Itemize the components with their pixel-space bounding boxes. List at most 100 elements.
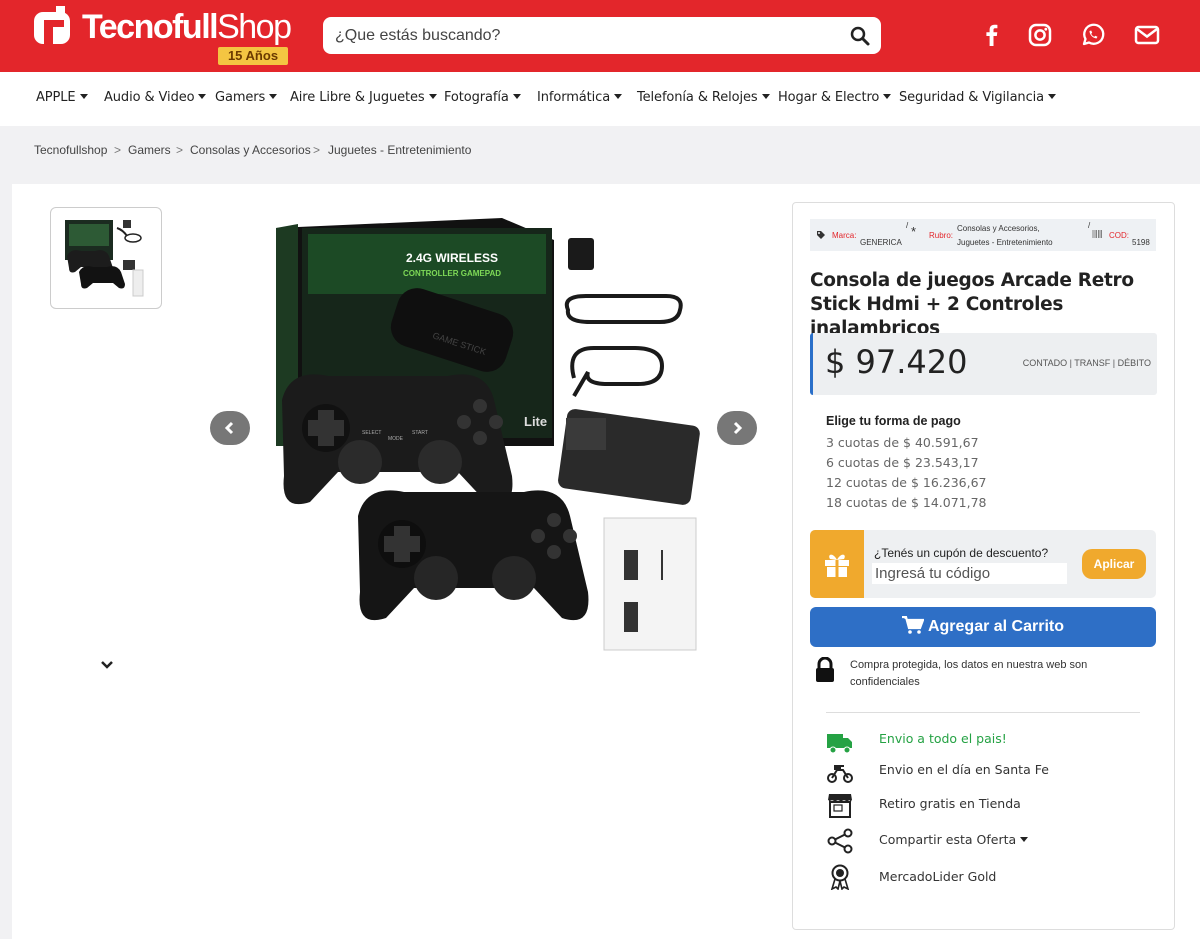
top-header: TecnofullShop 15 Años (0, 0, 1200, 72)
search-input[interactable] (335, 23, 835, 48)
category-value-1: Consolas y Accesorios, (957, 224, 1040, 233)
product-price: $ 97.420 (825, 343, 968, 381)
nav-item-fotografia[interactable]: Fotografía (444, 90, 521, 105)
feature-nationwide-shipping: Envio a todo el pais! (879, 731, 1007, 746)
nav-item-apple[interactable]: APPLE (36, 90, 88, 105)
breadcrumb-link[interactable]: Juguetes - Entretenimiento (328, 143, 471, 157)
nav-item-hogar[interactable]: Hogar & Electro (778, 90, 892, 105)
nav-item-label: Fotografía (444, 90, 509, 105)
mode-label: MODE (388, 436, 404, 442)
breadcrumb-link[interactable]: Tecnofullshop (34, 143, 107, 157)
breadcrumb-separator: > (114, 143, 122, 157)
product-title: Consola de juegos Arcade Retro Stick Hdm… (810, 270, 1134, 339)
instagram-icon[interactable] (1027, 22, 1053, 48)
category-label: Rubro: (929, 231, 954, 240)
secure-purchase-text: Compra protegida, los datos en nuestra w… (850, 659, 1088, 688)
nav-item-aire-libre[interactable]: Aire Libre & Juguetes (290, 90, 437, 105)
select-label: SELECT (362, 430, 381, 436)
lock-icon (816, 657, 834, 682)
breadcrumb-separator: > (313, 143, 321, 157)
store-icon (828, 794, 852, 818)
caret-down-icon (428, 94, 437, 99)
add-to-cart-label: Agregar al Carrito (927, 618, 1065, 635)
coupon-input[interactable] (872, 563, 1067, 584)
box-lite-label: Lite (524, 414, 547, 429)
nav-item-label: Aire Libre & Juguetes (290, 90, 425, 105)
nav-item-seguridad[interactable]: Seguridad & Vigilancia (899, 90, 1056, 105)
whatsapp-icon[interactable] (1080, 22, 1106, 48)
apply-coupon-button[interactable]: Aplicar (1082, 549, 1146, 579)
logo-text-light: Shop (217, 8, 292, 46)
caret-down-icon (883, 94, 892, 99)
caret-down-icon (761, 94, 770, 99)
caret-down-icon (198, 94, 207, 99)
product-meta: Marca: GENERICA / * Rubro: Consolas y Ac… (810, 219, 1156, 251)
motorbike-icon (827, 765, 853, 783)
tag-icon (817, 231, 825, 239)
start-label: START (412, 430, 428, 436)
brand-value: GENERICA (860, 238, 902, 247)
asterisk-icon: * (911, 224, 917, 239)
share-icon (827, 828, 853, 854)
nav-item-label: Gamers (215, 90, 266, 105)
chevron-right-icon (733, 421, 743, 435)
coupon-box: ¿Tenés un cupón de descuento? Aplicar (810, 530, 1156, 598)
logo-mark-icon (34, 6, 70, 44)
cart-icon (901, 615, 925, 634)
chevron-down-icon[interactable] (100, 660, 114, 670)
add-to-cart-button[interactable]: Agregar al Carrito (810, 607, 1156, 647)
box-title: 2.4G WIRELESS (406, 251, 498, 265)
nav-item-audio-video[interactable]: Audio & Video (104, 90, 207, 105)
nav-item-label: APPLE (36, 90, 76, 105)
search-bar (323, 17, 881, 54)
caret-down-icon (269, 94, 278, 99)
feature-mercadolider: MercadoLider Gold (879, 869, 997, 884)
nav-item-telefonia[interactable]: Telefonía & Relojes (637, 90, 770, 105)
search-icon[interactable] (849, 25, 871, 47)
medal-icon (830, 864, 850, 890)
nav-item-label: Informática (537, 90, 611, 105)
installment-option: 12 cuotas de $ 16.236,67 (826, 475, 987, 490)
nav-item-informatica[interactable]: Informática (537, 90, 623, 105)
logo-text: TecnofullShop (82, 8, 292, 47)
share-offer-button[interactable]: Compartir esta Oferta (879, 832, 1029, 847)
breadcrumb-separator: > (176, 143, 184, 157)
caret-down-icon (1048, 94, 1056, 99)
product-image: 2.4G WIRELESS CONTROLLER GAMEPAD GAME ST… (276, 218, 700, 651)
facebook-icon[interactable] (979, 22, 1005, 48)
installment-option: 3 cuotas de $ 40.591,67 (826, 435, 979, 450)
feature-store-pickup: Retiro gratis en Tienda (879, 796, 1021, 811)
image-next-button[interactable] (717, 411, 757, 445)
gift-icon (825, 554, 849, 577)
caret-down-icon (614, 94, 623, 99)
product-thumbnail[interactable] (50, 207, 162, 309)
brand-label: Marca: (832, 231, 857, 240)
email-icon[interactable] (1134, 22, 1160, 48)
truck-icon (827, 734, 852, 754)
price-box: $ 97.420 CONTADO | TRANSF | DÉBITO (810, 333, 1157, 395)
code-value: 5198 (1132, 238, 1150, 247)
logo[interactable]: TecnofullShop 15 Años (32, 4, 292, 68)
price-note: CONTADO | TRANSF | DÉBITO (1022, 358, 1151, 368)
category-nav: APPLE Audio & Video Gamers Aire Libre & … (0, 72, 1200, 126)
nav-item-label: Audio & Video (104, 90, 195, 105)
payment-title: Elige tu forma de pago (826, 414, 961, 428)
image-prev-button[interactable] (210, 411, 250, 445)
product-thumbnail-image (65, 220, 144, 297)
caret-down-icon (512, 94, 521, 99)
coupon-label: ¿Tenés un cupón de descuento? (874, 546, 1049, 560)
coupon-icon-area (810, 530, 864, 598)
nav-item-gamers[interactable]: Gamers (215, 90, 278, 105)
breadcrumb-link[interactable]: Consolas y Accesorios (190, 143, 311, 157)
nav-item-label: Hogar & Electro (778, 90, 880, 105)
breadcrumb-link[interactable]: Gamers (128, 143, 171, 157)
anniversary-badge: 15 Años (218, 47, 288, 65)
box-subtitle: CONTROLLER GAMEPAD (403, 269, 501, 278)
nav-item-label: Seguridad & Vigilancia (899, 90, 1044, 105)
code-label: COD: (1109, 231, 1129, 240)
logo-text-main: Tecnofull (82, 8, 219, 46)
feature-same-day: Envio en el día en Santa Fe (879, 762, 1049, 777)
installment-option: 6 cuotas de $ 23.543,17 (826, 455, 979, 470)
category-value-2: Juguetes - Entretenimiento (957, 238, 1053, 247)
chevron-left-icon (224, 421, 234, 435)
